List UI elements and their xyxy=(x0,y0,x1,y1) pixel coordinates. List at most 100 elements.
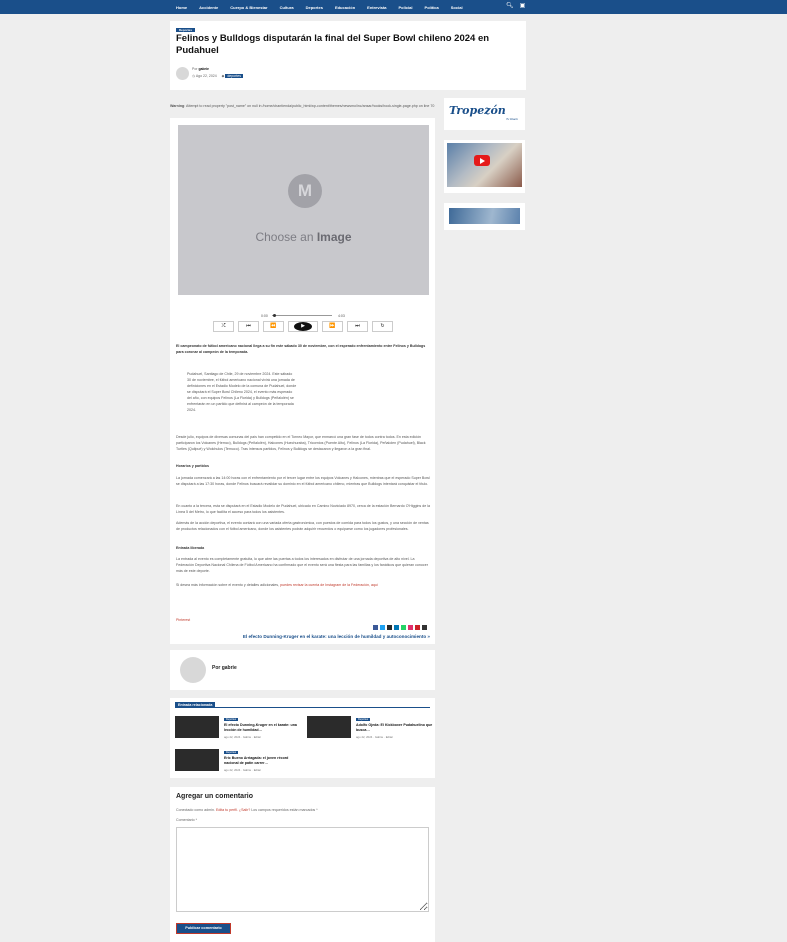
twitter-share-icon[interactable] xyxy=(380,625,385,630)
menu-item-accidente[interactable]: Accidente xyxy=(199,5,218,10)
author-box-name[interactable]: Por gabrie xyxy=(212,665,237,671)
comment-textarea[interactable] xyxy=(176,827,429,912)
share-buttons xyxy=(373,625,427,630)
repeat-icon[interactable]: ↻ xyxy=(372,321,393,332)
related-thumbnail[interactable] xyxy=(307,716,351,738)
placeholder-logo-icon: M xyxy=(288,174,322,208)
menu-item-entrevista[interactable]: Entrevista xyxy=(367,5,386,10)
caption-bold: Image xyxy=(316,230,352,244)
profile-link[interactable]: Edita tu perfil. ¿Salir? xyxy=(216,808,250,812)
article-paragraph: Además de la acción deportiva, el evento… xyxy=(176,521,429,531)
sidebar-video-widget xyxy=(444,140,525,193)
player-controls: ⤮ ⏮ ⏪ ▶ ⏩ ⏭ ↻ xyxy=(213,321,393,332)
article-subheading: Horarios y partidos xyxy=(176,464,209,468)
clock-icon: ◷ xyxy=(192,74,196,78)
forward-icon[interactable]: ⏩ xyxy=(322,321,343,332)
pinterest-share-icon[interactable] xyxy=(415,625,420,630)
search-icon[interactable]: 🔍︎ xyxy=(506,3,514,10)
article-paragraph: En cuanto a la tercera, esta se disputar… xyxy=(176,504,431,514)
menu-item-cuerpo[interactable]: Cuerpo & Bienestar xyxy=(230,5,267,10)
pinterest-link[interactable]: Pinterest xyxy=(176,618,190,622)
post-author: Por gabrie xyxy=(192,67,209,71)
shuffle-icon[interactable]: ⤮ xyxy=(213,321,234,332)
email-share-icon[interactable] xyxy=(387,625,392,630)
author-box: Por gabrie xyxy=(170,650,435,690)
author-avatar[interactable] xyxy=(176,67,189,80)
featured-image-placeholder: M Choose an Image xyxy=(178,125,429,295)
nav-tools: 🔍︎ ▣ xyxy=(506,3,525,10)
related-category[interactable]: Deportes xyxy=(224,718,239,721)
player-seek-handle[interactable] xyxy=(273,314,276,317)
article-paragraph: La jornada comenzará a las 14:00 horas c… xyxy=(176,476,430,486)
related-item[interactable]: Deportes Adolfo Ojeda: El Kickboxer Puda… xyxy=(307,716,435,740)
related-heading: Entrada relacionada xyxy=(175,702,216,708)
linkedin-share-icon[interactable] xyxy=(394,625,399,630)
tag-badge[interactable]: deportes xyxy=(225,74,243,78)
menu-item-deportes[interactable]: Deportes xyxy=(306,5,323,10)
related-title[interactable]: Adolfo Ojeda: El Kickboxer Pudahuelino q… xyxy=(356,723,434,733)
related-meta: ago 22, 2024 · Gabrie · Editar xyxy=(356,735,394,739)
player-time-total: 4:03 xyxy=(338,314,345,318)
required-note: Los campos requeridos están marcados * xyxy=(250,808,318,812)
php-warning: Warning: Attempt to read property "post_… xyxy=(170,103,436,110)
play-icon xyxy=(480,158,485,164)
monitor-icon[interactable]: ▣ xyxy=(520,3,526,10)
menu-item-policial[interactable]: Policial xyxy=(399,5,413,10)
rewind-icon[interactable]: ⏪ xyxy=(263,321,284,332)
player-time-current: 0:00 xyxy=(261,314,268,318)
article-subheading: Entrada liberada xyxy=(176,546,205,550)
menu-item-cultura[interactable]: Cultura xyxy=(280,5,294,10)
article-paragraph: Si desea más información sobre el evento… xyxy=(176,582,430,588)
skip-back-icon[interactable]: ⏮ xyxy=(238,321,259,332)
whatsapp-share-icon[interactable] xyxy=(401,625,406,630)
menu-item-social[interactable]: Social xyxy=(451,5,463,10)
related-thumbnail[interactable] xyxy=(175,749,219,771)
article-paragraph: La entrada al evento es completamente gr… xyxy=(176,557,428,573)
related-title[interactable]: El efecto Dunning-Kruger en el karate: u… xyxy=(224,723,302,733)
more-info-text: Si desea más información sobre el evento… xyxy=(176,583,281,587)
skip-forward-icon[interactable]: ⏭ xyxy=(347,321,368,332)
facebook-share-icon[interactable] xyxy=(373,625,378,630)
play-button[interactable]: ▶ xyxy=(288,321,318,332)
warning-label: Warning xyxy=(170,104,185,108)
tropezon-logo[interactable]: Tropezón xyxy=(449,104,506,117)
tropezon-tagline: Tu Diario xyxy=(506,117,518,121)
warning-text: : Attempt to read property "post_name" o… xyxy=(184,104,435,108)
author-avatar-large[interactable] xyxy=(180,657,206,683)
submit-comment-button[interactable]: Publicar comentario xyxy=(176,923,231,934)
post-header: Deportes Felinos y Bulldogs disputarán l… xyxy=(170,21,526,90)
menu-item-educacion[interactable]: Educación xyxy=(335,5,355,10)
comment-form: Agregar un comentario Conectado como adm… xyxy=(170,787,435,942)
article-quote: Pudahuel, Santiago de Chile, 29 de novie… xyxy=(187,372,297,412)
sidebar-banner-widget xyxy=(444,203,525,230)
instagram-share-icon[interactable] xyxy=(408,625,413,630)
related-category[interactable]: Deportes xyxy=(356,718,371,721)
by-label: Por xyxy=(192,67,198,71)
related-posts: Entrada relacionada Deportes El efecto D… xyxy=(170,698,435,778)
related-item[interactable]: Deportes Eric Bueno Arriagada: el joven … xyxy=(175,749,303,773)
placeholder-caption: Choose an Image xyxy=(178,230,429,244)
post-date: ◷ Ago 22, 2024 ◆ deportes xyxy=(192,74,243,78)
sidebar-logo-widget: Tropezón Tu Diario xyxy=(444,98,525,130)
instagram-link[interactable]: puedes revisar la cuenta de Instagram de… xyxy=(280,583,378,587)
print-share-icon[interactable] xyxy=(422,625,427,630)
next-post-link[interactable]: El efecto Dunning-Kruger en el karate: u… xyxy=(230,634,430,639)
related-thumbnail[interactable] xyxy=(175,716,219,738)
logged-in-text: Conectado como admin. xyxy=(176,808,216,812)
player-seek-bar[interactable] xyxy=(272,315,332,316)
menu-item-politica[interactable]: Política xyxy=(425,5,439,10)
related-title[interactable]: Eric Bueno Arriagada: el joven récord na… xyxy=(224,756,302,766)
banner-image[interactable] xyxy=(449,208,520,224)
menu-item-home[interactable]: Home xyxy=(176,5,187,10)
author-link[interactable]: gabrie xyxy=(198,67,209,71)
related-category[interactable]: Deportes xyxy=(224,751,239,754)
top-navbar: Home Accidente Cuerpo & Bienestar Cultur… xyxy=(0,0,787,14)
related-meta: ago 22, 2024 · Gabrie · Editar xyxy=(224,735,262,739)
related-item[interactable]: Deportes El efecto Dunning-Kruger en el … xyxy=(175,716,303,740)
category-badge[interactable]: Deportes xyxy=(176,28,196,32)
article-paragraph: Desde julio, equipos de diversas comunas… xyxy=(176,435,426,451)
article-body: M Choose an Image 0:00 4:03 ⤮ ⏮ ⏪ ▶ ⏩ ⏭ … xyxy=(170,118,435,644)
play-icon: ▶ xyxy=(294,322,312,331)
tag-icon: ◆ xyxy=(221,74,225,78)
main-menu: Home Accidente Cuerpo & Bienestar Cultur… xyxy=(176,0,475,14)
